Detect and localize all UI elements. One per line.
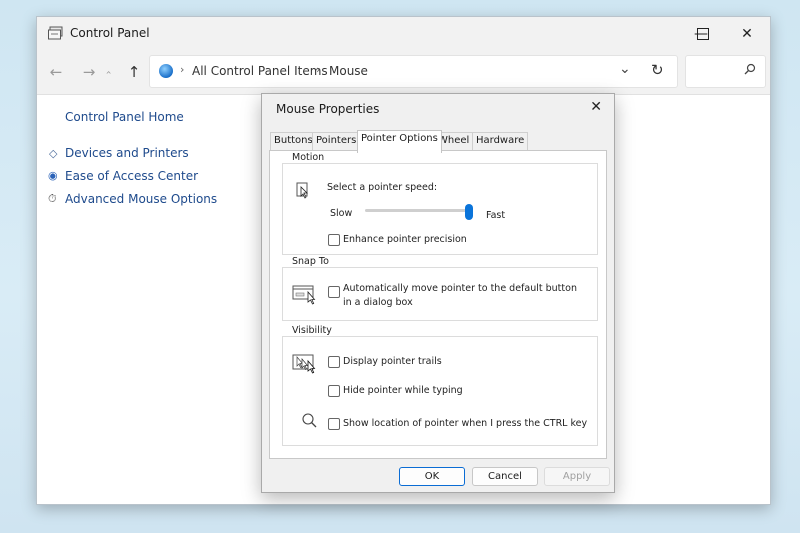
maximize-button[interactable] bbox=[683, 17, 723, 50]
pointer-options-panel: Motion Select a pointer speed: Slow Fast… bbox=[269, 150, 607, 459]
hide-pointer-checkbox[interactable] bbox=[328, 385, 340, 397]
window-title: Control Panel bbox=[70, 26, 150, 40]
ok-button[interactable]: OK bbox=[399, 467, 465, 486]
tab-buttons[interactable]: Buttons bbox=[270, 132, 317, 151]
motion-group-label: Motion bbox=[290, 152, 327, 163]
address-dropdown-icon[interactable]: ⌄ bbox=[619, 61, 631, 77]
back-button[interactable]: ← bbox=[46, 62, 66, 82]
breadcrumb-mouse[interactable]: Mouse bbox=[329, 64, 368, 78]
forward-button[interactable]: → bbox=[79, 62, 99, 82]
sidebar-ease-of-access-center[interactable]: Ease of Access Center bbox=[65, 169, 198, 183]
snap-to-label-line1[interactable]: Automatically move pointer to the defaul… bbox=[343, 283, 577, 294]
pointer-speed-track[interactable] bbox=[365, 209, 469, 212]
address-bar: ← → › ↑ › All Control Panel Items › Mous… bbox=[37, 50, 770, 95]
cancel-button[interactable]: Cancel bbox=[472, 467, 538, 486]
breadcrumb-all-items[interactable]: All Control Panel Items bbox=[192, 64, 328, 78]
visibility-group: Visibility Display pointer trails Hide p… bbox=[282, 325, 598, 446]
hide-pointer-label[interactable]: Hide pointer while typing bbox=[343, 385, 463, 396]
enhance-precision-label[interactable]: Enhance pointer precision bbox=[343, 234, 467, 245]
up-button[interactable]: ↑ bbox=[124, 62, 144, 82]
visibility-group-label: Visibility bbox=[290, 325, 334, 336]
control-panel-icon bbox=[48, 26, 63, 40]
fast-label: Fast bbox=[486, 210, 506, 221]
chevron-icon: › bbox=[103, 70, 115, 74]
pointer-speed-icon bbox=[296, 182, 308, 199]
clock-icon: ⏱ bbox=[48, 192, 57, 205]
enhance-precision-checkbox[interactable] bbox=[328, 234, 340, 246]
breadcrumb-separator: › bbox=[316, 63, 321, 76]
motion-group: Motion Select a pointer speed: Slow Fast… bbox=[282, 152, 598, 255]
ease-of-access-icon: ◉ bbox=[48, 169, 58, 182]
pointer-trails-label[interactable]: Display pointer trails bbox=[343, 356, 442, 367]
dialog-close-button[interactable]: ✕ bbox=[590, 99, 602, 115]
title-bar[interactable]: Control Panel — ✕ bbox=[37, 17, 770, 50]
sidebar-devices-and-printers[interactable]: Devices and Printers bbox=[65, 146, 189, 160]
search-input[interactable] bbox=[685, 55, 766, 88]
breadcrumb-separator: › bbox=[180, 63, 185, 76]
refresh-button[interactable]: ↻ bbox=[651, 61, 664, 79]
tab-hardware[interactable]: Hardware bbox=[472, 132, 529, 151]
sidebar-control-panel-home[interactable]: Control Panel Home bbox=[65, 110, 184, 124]
mouse-properties-dialog: Mouse Properties ✕ Buttons Pointers Poin… bbox=[261, 93, 615, 493]
slow-label: Slow bbox=[330, 208, 353, 219]
globe-icon bbox=[159, 64, 173, 78]
pointer-trails-icon bbox=[292, 354, 316, 374]
tab-pointers[interactable]: Pointers bbox=[312, 132, 361, 151]
address-field[interactable]: › All Control Panel Items › Mouse ⌄ bbox=[149, 55, 678, 88]
snap-to-label-line2[interactable]: in a dialog box bbox=[343, 297, 413, 308]
snap-dialog-icon bbox=[292, 285, 316, 305]
devices-icon: ◇ bbox=[49, 147, 58, 160]
pointer-trails-checkbox[interactable] bbox=[328, 356, 340, 368]
pointer-speed-slider[interactable] bbox=[465, 204, 473, 220]
recent-locations-icon[interactable]: › bbox=[99, 62, 119, 82]
search-icon bbox=[744, 63, 756, 75]
show-location-checkbox[interactable] bbox=[328, 418, 340, 430]
snap-to-checkbox[interactable] bbox=[328, 286, 340, 298]
speed-label: Select a pointer speed: bbox=[327, 182, 438, 193]
close-button[interactable]: ✕ bbox=[724, 17, 770, 50]
show-location-label[interactable]: Show location of pointer when I press th… bbox=[343, 418, 587, 429]
sidebar-advanced-mouse-options[interactable]: Advanced Mouse Options bbox=[65, 192, 217, 206]
tab-pointer-options[interactable]: Pointer Options bbox=[357, 130, 442, 153]
maximize-icon bbox=[697, 27, 709, 40]
apply-button[interactable]: Apply bbox=[544, 467, 610, 486]
magnifier-icon bbox=[302, 413, 317, 428]
dialog-title: Mouse Properties bbox=[276, 102, 380, 116]
snap-to-group: Snap To Automatically move pointer to th… bbox=[282, 256, 598, 321]
snap-to-group-label: Snap To bbox=[290, 256, 331, 267]
